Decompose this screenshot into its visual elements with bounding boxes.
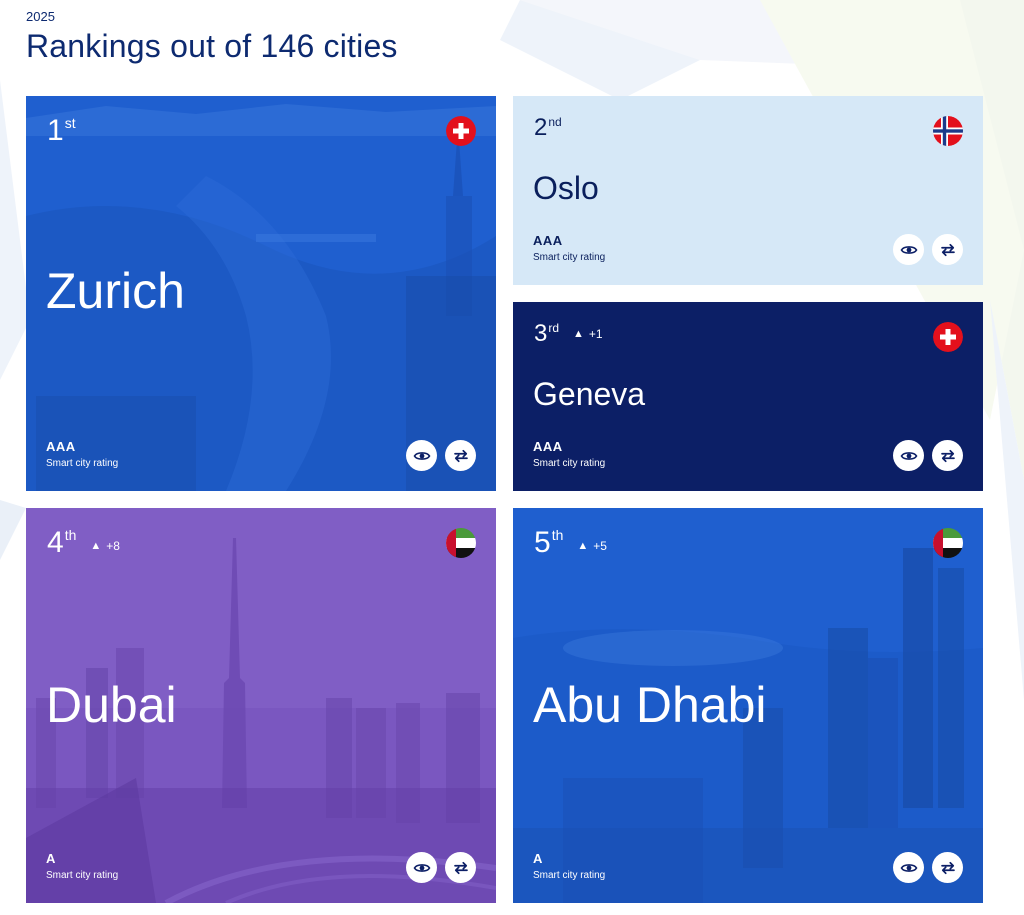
compare-button[interactable] <box>932 852 963 883</box>
view-button[interactable] <box>893 440 924 471</box>
rank-number: 2 <box>534 114 548 141</box>
rating-value: A <box>533 851 543 866</box>
compare-arrows-icon <box>453 861 468 874</box>
compare-arrows-icon <box>453 449 468 462</box>
year-label: 2025 <box>26 9 55 24</box>
city-name: Abu Dhabi <box>533 677 767 733</box>
triangle-up-icon: ▲ <box>90 539 102 552</box>
rating-label: Smart city rating <box>533 458 606 469</box>
card-actions <box>406 852 476 883</box>
view-button[interactable] <box>406 440 437 471</box>
rank-change: ▲ +5 <box>577 540 607 552</box>
card-actions <box>893 852 963 883</box>
card-actions <box>893 440 963 471</box>
rank-number: 4 <box>47 526 64 559</box>
rank-suffix: th <box>64 527 77 543</box>
city-name: Geneva <box>533 376 646 412</box>
rank-suffix: nd <box>548 115 562 129</box>
city-name: Dubai <box>46 677 177 733</box>
rank-change-value: +5 <box>593 539 607 553</box>
city-card-zurich[interactable]: 1st Zurich AAA Smart city rating <box>26 96 496 491</box>
rank-change: ▲ +8 <box>90 540 120 552</box>
view-button[interactable] <box>893 234 924 265</box>
switzerland-flag-icon <box>933 322 963 352</box>
switzerland-flag-icon <box>446 116 476 146</box>
rating-label: Smart city rating <box>533 252 606 263</box>
rank-label: 2nd <box>534 116 562 140</box>
rank-number: 1 <box>47 114 64 147</box>
rank-change-value: +1 <box>588 327 603 341</box>
eye-icon <box>900 863 917 872</box>
rating-label: Smart city rating <box>46 458 119 469</box>
eye-icon <box>900 245 917 254</box>
city-card-dubai[interactable]: 4th ▲ +8 Dubai A Smart city rating <box>26 508 496 903</box>
view-button[interactable] <box>406 852 437 883</box>
city-card-oslo[interactable]: 2nd Oslo AAA Smart city rating <box>513 96 983 285</box>
rank-suffix: rd <box>548 321 560 335</box>
rating-value: AAA <box>46 439 76 454</box>
compare-arrows-icon <box>940 861 955 874</box>
rating-label: Smart city rating <box>533 870 606 881</box>
city-card-geneva[interactable]: 3rd ▲ +1 Geneva AAA Smart city rating <box>513 302 983 491</box>
city-card-abu-dhabi[interactable]: 5th ▲ +5 Abu Dhabi A Smart city rating <box>513 508 983 903</box>
compare-button[interactable] <box>932 440 963 471</box>
uae-flag-icon <box>446 528 476 558</box>
card-actions <box>406 440 476 471</box>
compare-button[interactable] <box>445 440 476 471</box>
rank-change-value: +8 <box>106 539 120 553</box>
triangle-up-icon: ▲ <box>577 539 589 552</box>
eye-icon <box>413 451 430 460</box>
compare-button[interactable] <box>932 234 963 265</box>
view-button[interactable] <box>893 852 924 883</box>
rank-change: ▲ +1 <box>573 328 603 340</box>
compare-arrows-icon <box>940 449 955 462</box>
rank-number: 5 <box>534 526 551 559</box>
triangle-up-icon: ▲ <box>573 327 584 340</box>
compare-button[interactable] <box>445 852 476 883</box>
rating-value: AAA <box>533 439 563 454</box>
rank-suffix: st <box>64 115 76 131</box>
rating-value: A <box>46 851 56 866</box>
rating-label: Smart city rating <box>46 870 119 881</box>
uae-flag-icon <box>933 528 963 558</box>
rank-number: 3 <box>534 320 548 347</box>
eye-icon <box>413 863 430 872</box>
page-title: Rankings out of 146 cities <box>26 28 398 64</box>
rank-label: 1st <box>47 116 76 146</box>
rank-label: 5th ▲ +5 <box>534 528 607 558</box>
compare-arrows-icon <box>940 243 955 256</box>
eye-icon <box>900 451 917 460</box>
card-actions <box>893 234 963 265</box>
rank-label: 4th ▲ +8 <box>47 528 120 558</box>
city-name: Zurich <box>46 263 185 319</box>
norway-flag-icon <box>933 116 963 146</box>
city-name: Oslo <box>533 170 599 206</box>
rank-suffix: th <box>551 527 564 543</box>
rank-label: 3rd ▲ +1 <box>534 322 603 346</box>
rating-value: AAA <box>533 233 563 248</box>
